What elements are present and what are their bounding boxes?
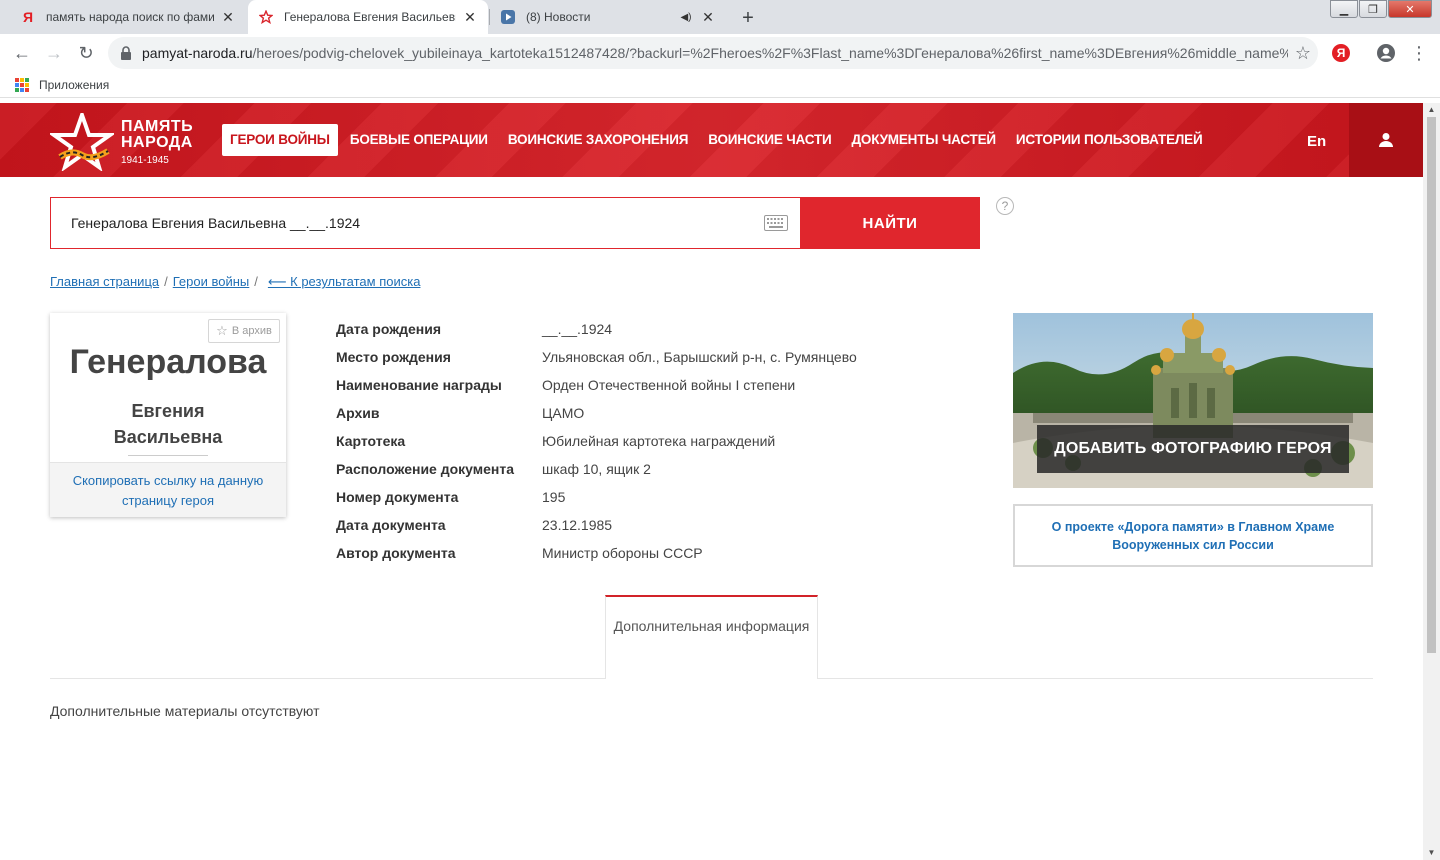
search-field-container (50, 197, 800, 249)
logo-years: 1941-1945 (121, 155, 169, 166)
browser-tab-strip: Я память народа поиск по фамил ✕ Генерал… (0, 0, 1440, 34)
url-path: /heroes/podvig-chelovek_yubileinaya_kart… (252, 45, 1288, 61)
nav-user-stories[interactable]: ИСТОРИИ ПОЛЬЗОВАТЕЛЕЙ (1008, 124, 1211, 156)
page-scrollbar[interactable]: ▲ ▼ (1423, 103, 1440, 860)
star-outline-icon: ☆ (216, 323, 228, 338)
detail-row: Расположение документа шкаф 10, ящик 2 (336, 461, 651, 477)
minimize-button[interactable]: ▁ (1330, 0, 1358, 18)
star-ribbon-logo-icon (50, 113, 114, 171)
detail-row: Место рождения Ульяновская обл., Барышски… (336, 349, 857, 365)
apps-grid-icon[interactable] (15, 77, 29, 92)
tab-title: (8) Новости (526, 10, 591, 24)
window-controls: ▁ ❐ ✕ (1329, 0, 1432, 18)
nav-units[interactable]: ВОИНСКИЕ ЧАСТИ (700, 124, 839, 156)
yandex-icon: Я (22, 9, 34, 25)
browser-tab-yandex[interactable]: Я память народа поиск по фамил ✕ (10, 0, 246, 34)
address-bar[interactable]: pamyat-naroda.ru/heroes/podvig-chelovek_… (108, 37, 1318, 69)
maximize-button[interactable]: ❐ (1359, 0, 1387, 18)
copy-link-button[interactable]: Скопировать ссылку на данную страницу ге… (50, 462, 286, 517)
no-materials-text: Дополнительные материалы отсутствуют (50, 703, 320, 719)
nav-burials[interactable]: ВОИНСКИЕ ЗАХОРОНЕНИЯ (500, 124, 696, 156)
user-icon (1379, 133, 1393, 147)
new-tab-button[interactable]: + (735, 5, 761, 31)
back-to-results-link[interactable]: ⟵ К результатам поиска (268, 274, 421, 290)
browser-toolbar: ← → ↻ pamyat-naroda.ru/heroes/podvig-che… (0, 34, 1440, 72)
search-input[interactable] (71, 215, 731, 231)
tab-separator (489, 9, 490, 25)
tab-additional-info[interactable]: Дополнительная информация (605, 595, 818, 679)
reload-icon[interactable]: ↻ (72, 39, 100, 67)
detail-row: Наименование награды Орден Отечественной … (336, 377, 796, 393)
add-hero-photo-button[interactable]: ДОБАВИТЬ ФОТОГРАФИЮ ГЕРОЯ (1037, 425, 1349, 473)
lock-icon (120, 46, 134, 60)
site-logo[interactable]: ПАМЯТЬ НАРОДА 1941-1945 (50, 113, 210, 171)
detail-row: Дата рождения __.__.1924 (336, 321, 613, 337)
hero-given-names: Евгения Васильевна (113, 401, 223, 447)
detail-row: Дата документа 23.12.1985 (336, 517, 613, 533)
vk-video-icon (500, 9, 516, 25)
nav-heroes[interactable]: ГЕРОИ ВОЙНЫ (222, 124, 338, 156)
scrollbar-thumb[interactable] (1427, 117, 1436, 653)
yandex-extension-icon[interactable]: Я (1332, 44, 1350, 62)
tab-title: Генералова Евгения Васильевна (284, 10, 456, 24)
divider (128, 455, 208, 456)
main-nav: ГЕРОИ ВОЙНЫ БОЕВЫЕ ОПЕРАЦИИ ВОИНСКИЕ ЗАХ… (222, 124, 1214, 156)
scroll-down-arrow-icon[interactable]: ▼ (1423, 846, 1440, 860)
keyboard-icon[interactable] (764, 215, 788, 231)
browser-tab-news[interactable]: (8) Новости ◀) ✕ (490, 0, 726, 34)
add-to-archive-button[interactable]: ☆ В архив (208, 319, 280, 343)
speaker-icon[interactable]: ◀) (678, 9, 694, 25)
detail-row: Архив ЦАМО (336, 405, 585, 421)
site-header: ПАМЯТЬ НАРОДА 1941-1945 ГЕРОИ ВОЙНЫ БОЕВ… (0, 103, 1423, 177)
memory-road-project-link[interactable]: О проекте «Дорога памяти» в Главном Храм… (1013, 504, 1373, 567)
detail-row: Автор документа Министр обороны СССР (336, 545, 703, 561)
page-content: ПАМЯТЬ НАРОДА 1941-1945 ГЕРОИ ВОЙНЫ БОЕВ… (0, 103, 1423, 860)
close-tab-icon[interactable]: ✕ (462, 9, 478, 25)
breadcrumb-heroes[interactable]: Герои войны (173, 274, 250, 290)
forward-arrow-icon[interactable]: → (40, 39, 68, 67)
breadcrumb-home[interactable]: Главная страница (50, 274, 159, 290)
scroll-up-arrow-icon[interactable]: ▲ (1423, 103, 1440, 117)
nav-operations[interactable]: БОЕВЫЕ ОПЕРАЦИИ (342, 124, 496, 156)
hero-card: ☆ В архив Генералова Евгения Васильевна … (50, 313, 286, 517)
url-host: pamyat-naroda.ru (142, 45, 253, 61)
browser-tab-hero[interactable]: Генералова Евгения Васильевна ✕ (248, 0, 488, 34)
user-account-button[interactable] (1349, 103, 1423, 177)
breadcrumb: Главная страница / Герои войны / ⟵ К рез… (50, 274, 421, 290)
language-switch[interactable]: En (1307, 133, 1326, 150)
detail-row: Картотека Юбилейная картотека награждений (336, 433, 776, 449)
tab-title: память народа поиск по фамил (46, 10, 214, 24)
back-arrow-icon[interactable]: ← (8, 39, 36, 67)
logo-title: ПАМЯТЬ НАРОДА (121, 118, 194, 151)
bookmark-apps[interactable]: Приложения (39, 78, 109, 92)
close-tab-icon[interactable]: ✕ (700, 9, 716, 25)
url-text: pamyat-naroda.ru/heroes/podvig-chelovek_… (142, 45, 1288, 61)
help-icon[interactable]: ? (996, 197, 1014, 215)
menu-dots-icon[interactable]: ⋮ (1410, 41, 1428, 65)
hero-details-list: Дата рождения __.__.1924 Место рождения Ул… (336, 315, 857, 567)
window-close-button[interactable]: ✕ (1388, 0, 1432, 18)
search-submit-button[interactable]: НАЙТИ (800, 197, 980, 249)
bookmarks-bar: Приложения (0, 72, 1440, 98)
nav-unit-documents[interactable]: ДОКУМЕНТЫ ЧАСТЕЙ (844, 124, 1004, 156)
detail-row: Номер документа 195 (336, 489, 566, 505)
star-icon (258, 9, 274, 25)
profile-icon[interactable] (1376, 43, 1396, 63)
bookmark-star-icon[interactable]: ☆ (1288, 43, 1318, 64)
close-tab-icon[interactable]: ✕ (220, 9, 236, 25)
hero-surname: Генералова (69, 343, 267, 381)
